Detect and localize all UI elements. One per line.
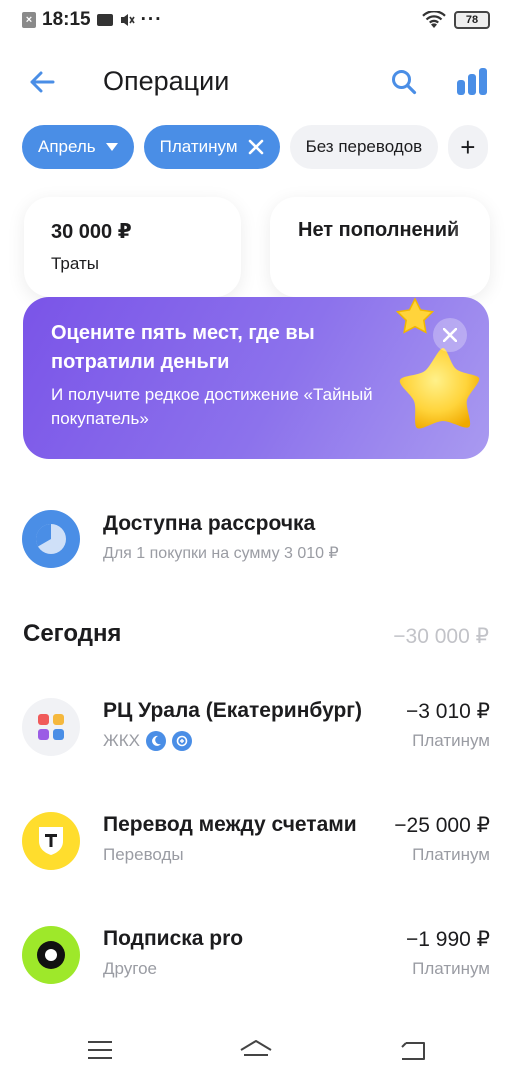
notification-icon: × [22,12,36,28]
transaction-account: Платинум [412,731,490,750]
close-icon [443,328,457,342]
pro-ring-icon [22,926,80,984]
installment-row[interactable]: Доступна рассрочка Для 1 покупки на сумм… [22,508,492,568]
close-icon[interactable] [248,139,264,155]
chip-month-label: Апрель [38,137,96,156]
promo-title: Оцените пять мест, где вы потратили день… [51,322,315,373]
search-icon [392,70,417,95]
status-time: 18:15 [42,9,91,30]
section-total: −30 000 ₽ [393,625,489,648]
return-icon [401,1042,425,1060]
transaction-amount: −3 010 ₽ [405,700,490,723]
section-today: Сегодня −30 000 ₽ [23,620,489,654]
menu-button[interactable] [80,1032,120,1068]
more-status-icon: ··· [140,9,163,30]
fade-overlay [450,197,490,297]
transaction-row[interactable]: Перевод между счетами Переводы −25 000 ₽… [22,811,490,873]
page-title: Операции [103,66,230,96]
transaction-category-label: Переводы [103,845,184,864]
filter-chips: Апрель Платинум Без переводов + [22,125,489,169]
chip-no-transfers-label: Без переводов [305,137,423,156]
transaction-amount: −25 000 ₽ [394,814,490,837]
spend-label: Траты [51,254,99,273]
transaction-row[interactable]: РЦ Урала (Екатеринбург) ЖКХ −3 010 ₽ Пла… [22,697,490,759]
transaction-category: Переводы [103,845,184,865]
income-card[interactable]: Нет пополнений [270,197,490,297]
arrow-left-icon [30,71,55,93]
message-icon [96,14,113,26]
home-button[interactable] [236,1032,276,1068]
spend-card[interactable]: 30 000 ₽ Траты [24,197,241,297]
chip-add-filter[interactable]: + [448,125,489,169]
promo-close-button[interactable] [433,318,467,352]
installment-icon [22,510,80,568]
wifi-icon [422,11,446,28]
pie-icon [35,524,66,554]
menu-icon [88,1041,112,1059]
plus-icon: + [460,131,476,162]
moon-icon [145,731,166,751]
tinkoff-shield-icon [22,812,80,870]
transaction-name: Перевод между счетами [103,813,357,836]
transaction-account: Платинум [412,959,490,978]
mute-icon [120,14,135,26]
search-button[interactable] [384,62,424,102]
installment-title: Доступна рассрочка [103,512,316,535]
promo-banner[interactable]: Оцените пять мест, где вы потратили день… [23,297,489,459]
app-header: Операции [0,52,512,112]
chevron-down-icon [105,143,118,151]
transaction-amount: −1 990 ₽ [405,928,490,951]
transaction-category: ЖКХ [103,731,192,751]
home-icon [240,1040,272,1056]
utility-logo-icon [22,698,80,756]
system-nav-bar [0,1020,512,1080]
transaction-name: Подписка pro [103,927,244,950]
chip-no-transfers[interactable]: Без переводов [289,125,439,169]
promo-text: И получите редкое достижение «Тайный пок… [51,385,373,428]
spend-amount: 30 000 ₽ [51,221,132,243]
cashback-icon [171,731,192,751]
bar-chart-icon [457,68,487,95]
back-nav-button[interactable] [392,1032,432,1068]
analytics-button[interactable] [450,62,494,102]
transaction-name: РЦ Урала (Екатеринбург) [103,699,363,722]
status-bar: × 18:15 ··· 78 [0,0,512,40]
small-star-icon [395,297,435,334]
transaction-category-label: Другое [103,959,158,978]
installment-subtitle: Для 1 покупки на сумму 3 010 ₽ [103,545,339,562]
back-button[interactable] [22,62,62,102]
battery-indicator: 78 [454,11,490,29]
big-star-icon [399,348,480,429]
chip-month[interactable]: Апрель [22,125,134,169]
transaction-category-label: ЖКХ [103,731,140,750]
transaction-row[interactable]: Подписка pro Другое −1 990 ₽ Платинум [22,925,490,987]
transaction-account: Платинум [412,845,490,864]
transaction-category: Другое [103,959,157,979]
chip-account[interactable]: Платинум [143,125,280,169]
chip-account-label: Платинум [159,137,238,156]
income-amount: Нет пополнений [298,219,460,241]
